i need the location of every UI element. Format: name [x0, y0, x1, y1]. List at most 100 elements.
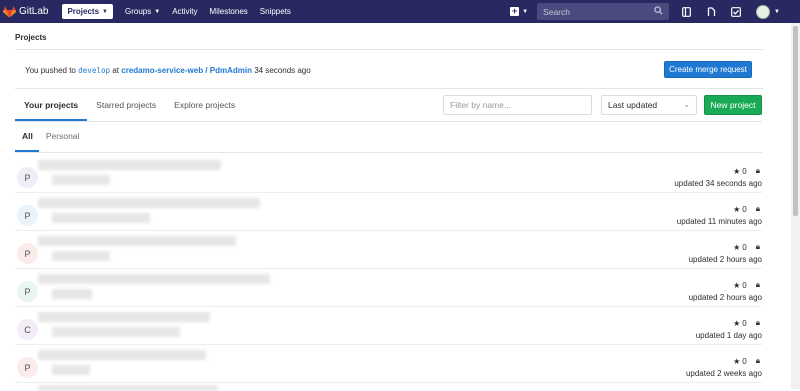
star-count: 0 [742, 166, 747, 176]
star-count: 0 [742, 318, 747, 328]
redacted-next-row [38, 385, 218, 391]
push-notice: You pushed to develop at credamo-service… [25, 66, 311, 75]
chevron-down-icon: ▼ [154, 8, 161, 15]
nav-snippets[interactable]: Snippets [260, 7, 291, 16]
subtab-all[interactable]: All [15, 122, 39, 152]
logo-text: GitLab [19, 6, 49, 17]
star-count: 0 [742, 204, 747, 214]
branch-link[interactable]: develop [78, 66, 110, 75]
star-count: 0 [742, 280, 747, 290]
project-stats: ★ 0 🔒︎ [733, 280, 760, 290]
project-row[interactable]: C ★ 0 🔒︎ updated 1 day ago [15, 307, 762, 345]
lock-icon: 🔒︎ [755, 242, 760, 251]
project-row[interactable]: P ★ 0 🔒︎ updated 34 seconds ago [15, 155, 762, 193]
chevron-down-icon[interactable]: ▼ [774, 9, 780, 15]
nav-milestones[interactable]: Milestones [210, 7, 248, 16]
topbar-right-tools: + ▼ Search ▼ [510, 0, 800, 23]
project-row[interactable]: P ★ 0 🔒︎ updated 2 hours ago [15, 269, 762, 307]
project-avatar[interactable]: P [17, 281, 38, 302]
redacted-project-name [38, 274, 270, 284]
todo-check-icon [731, 6, 741, 17]
nav-groups[interactable]: Groups ▼ [125, 7, 160, 16]
project-link[interactable]: credamo-service-web / PdmAdmin [121, 66, 252, 75]
search-input[interactable]: Search [537, 3, 670, 20]
create-merge-request-button[interactable]: Create merge request [664, 61, 752, 78]
star-icon: ★ [733, 204, 741, 214]
push-notice-prefix: You pushed to [25, 66, 76, 75]
filter-by-name-input[interactable]: Filter by name... [443, 95, 592, 115]
star-icon: ★ [733, 280, 741, 290]
project-row[interactable]: P ★ 0 🔒︎ updated 2 hours ago [15, 231, 762, 269]
updated-time: updated 2 hours ago [688, 255, 762, 264]
star-icon: ★ [733, 318, 741, 328]
updated-time: updated 2 weeks ago [685, 369, 762, 378]
redacted-project-description [52, 327, 180, 337]
project-avatar[interactable]: P [17, 205, 38, 226]
star-icon: ★ [733, 356, 741, 366]
project-row[interactable]: P ★ 0 🔒︎ updated 2 weeks ago [15, 345, 762, 383]
lock-icon: 🔒︎ [755, 280, 760, 289]
chevron-down-icon: ▼ [102, 8, 108, 15]
divider [15, 152, 762, 153]
push-notice-at: at [112, 66, 120, 75]
lock-icon: 🔒︎ [755, 318, 760, 327]
project-filter-tabs: All Personal [15, 122, 85, 152]
redacted-project-description [52, 175, 110, 185]
gitlab-logo[interactable]: GitLab [3, 5, 49, 18]
issues-icon[interactable] [681, 6, 691, 17]
redacted-project-description [52, 365, 90, 375]
nav-snippets-label: Snippets [259, 7, 291, 16]
tab-your-projects[interactable]: Your projects [15, 93, 88, 121]
redacted-project-name [38, 160, 221, 170]
nav-milestones-label: Milestones [209, 7, 248, 16]
push-notice-time: 34 seconds ago [254, 66, 311, 75]
subtab-personal[interactable]: Personal [39, 122, 86, 152]
project-row[interactable]: P ★ 0 🔒︎ updated 11 minutes ago [15, 193, 762, 231]
divider [15, 49, 764, 50]
lock-icon: 🔒︎ [755, 356, 760, 365]
user-avatar[interactable] [756, 4, 771, 19]
project-avatar[interactable]: P [17, 357, 38, 378]
breadcrumb[interactable]: Projects [15, 33, 47, 42]
new-project-button[interactable]: New project [704, 95, 762, 115]
todos-icon[interactable] [731, 6, 741, 17]
divider [15, 88, 764, 89]
redacted-project-name [38, 350, 206, 360]
updated-time: updated 2 hours ago [688, 293, 762, 302]
project-stats: ★ 0 🔒︎ [733, 242, 760, 252]
project-avatar[interactable]: C [17, 319, 38, 340]
lock-icon: 🔒︎ [755, 204, 760, 213]
star-icon: ★ [733, 166, 741, 176]
top-navbar: GitLab Projects ▼ Groups ▼ Activity Mile… [0, 0, 800, 23]
updated-time: updated 1 day ago [695, 331, 762, 340]
project-tabs: Your projects Starred projects Explore p… [15, 93, 244, 121]
project-avatar[interactable]: P [17, 243, 38, 264]
gitlab-tanuki-icon [3, 5, 16, 17]
project-stats: ★ 0 🔒︎ [733, 204, 760, 214]
scrollbar-thumb[interactable] [793, 26, 798, 216]
star-count: 0 [742, 242, 747, 252]
project-avatar[interactable]: P [17, 167, 38, 188]
nav-activity[interactable]: Activity [172, 7, 197, 16]
search-placeholder: Search [543, 6, 570, 17]
merge-requests-icon[interactable] [706, 6, 716, 17]
lock-icon: 🔒︎ [755, 166, 760, 175]
tab-explore-projects[interactable]: Explore projects [165, 93, 244, 121]
tab-starred-projects[interactable]: Starred projects [87, 93, 165, 121]
chevron-down-icon: ⌄ [683, 100, 690, 109]
sort-value: Last updated [608, 100, 658, 110]
redacted-project-description [52, 289, 92, 299]
star-count: 0 [742, 356, 747, 366]
project-stats: ★ 0 🔒︎ [733, 318, 760, 328]
redacted-project-description [52, 251, 110, 261]
panel-icon [681, 6, 691, 17]
plus-icon: + [510, 6, 520, 16]
redacted-project-name [38, 198, 260, 208]
search-icon [654, 6, 663, 15]
updated-time: updated 11 minutes ago [676, 217, 762, 226]
new-dropdown-button[interactable]: + ▼ [510, 7, 528, 16]
sort-dropdown[interactable]: Last updated ⌄ [601, 95, 697, 115]
redacted-project-name [38, 236, 236, 246]
redacted-project-description [52, 213, 150, 223]
nav-projects[interactable]: Projects ▼ [62, 4, 113, 19]
